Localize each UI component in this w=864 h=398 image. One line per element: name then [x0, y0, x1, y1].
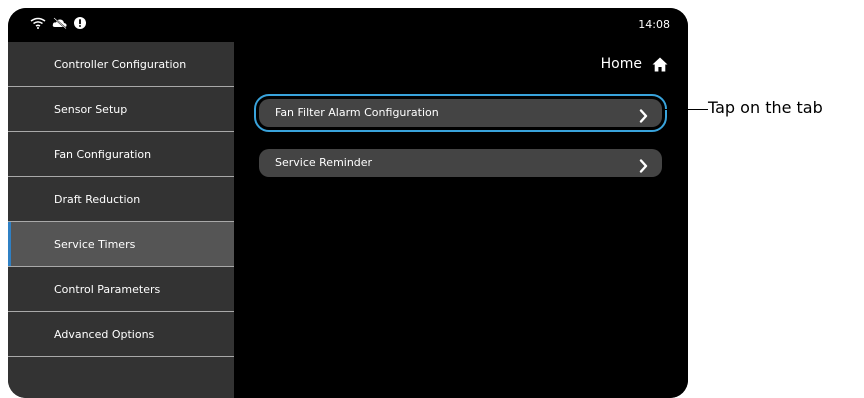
- sidebar-item-draft-reduction[interactable]: Draft Reduction: [8, 177, 234, 222]
- service-reminder-tab[interactable]: Service Reminder: [259, 149, 662, 177]
- sidebar-item-label: Advanced Options: [54, 328, 155, 341]
- status-bar: 14:08: [8, 8, 688, 42]
- sidebar-item-advanced-options[interactable]: Advanced Options: [8, 312, 234, 357]
- callout-line: [662, 109, 708, 110]
- sidebar-item-label: Draft Reduction: [54, 193, 141, 206]
- chevron-right-icon: [639, 106, 648, 134]
- sidebar-item-sensor-setup[interactable]: Sensor Setup: [8, 87, 234, 132]
- row-label: Fan Filter Alarm Configuration: [275, 106, 439, 119]
- sidebar-item-label: Controller Configuration: [54, 58, 187, 71]
- row-label: Service Reminder: [275, 156, 373, 169]
- sidebar-item-service-timers[interactable]: Service Timers: [8, 222, 234, 267]
- status-icons: [30, 17, 86, 29]
- sidebar: Controller Configuration Sensor Setup Fa…: [8, 42, 234, 398]
- sidebar-item-label: Service Timers: [54, 238, 136, 251]
- status-time: 14:08: [638, 18, 670, 31]
- callout-text: Tap on the tab: [708, 98, 823, 117]
- home-icon: [652, 57, 668, 72]
- wifi-icon: [30, 17, 46, 29]
- sidebar-item-controller-configuration[interactable]: Controller Configuration: [8, 42, 234, 87]
- sidebar-item-label: Control Parameters: [54, 283, 161, 296]
- main-panel: Home Fan Filter Alarm Configuration Serv…: [234, 42, 688, 398]
- home-label: Home: [600, 56, 642, 72]
- chevron-right-icon: [639, 156, 648, 184]
- sidebar-item-control-parameters[interactable]: Control Parameters: [8, 267, 234, 312]
- home-button[interactable]: Home: [601, 56, 668, 72]
- device-screen: 14:08 Controller Configuration Sensor Se…: [8, 8, 688, 398]
- sidebar-item-fan-configuration[interactable]: Fan Configuration: [8, 132, 234, 177]
- fan-filter-alarm-configuration-tab[interactable]: Fan Filter Alarm Configuration: [254, 94, 667, 132]
- cloud-off-icon: [52, 17, 68, 29]
- alert-icon: [74, 17, 86, 29]
- sidebar-item-label: Fan Configuration: [54, 148, 152, 161]
- sidebar-item-label: Sensor Setup: [54, 103, 128, 116]
